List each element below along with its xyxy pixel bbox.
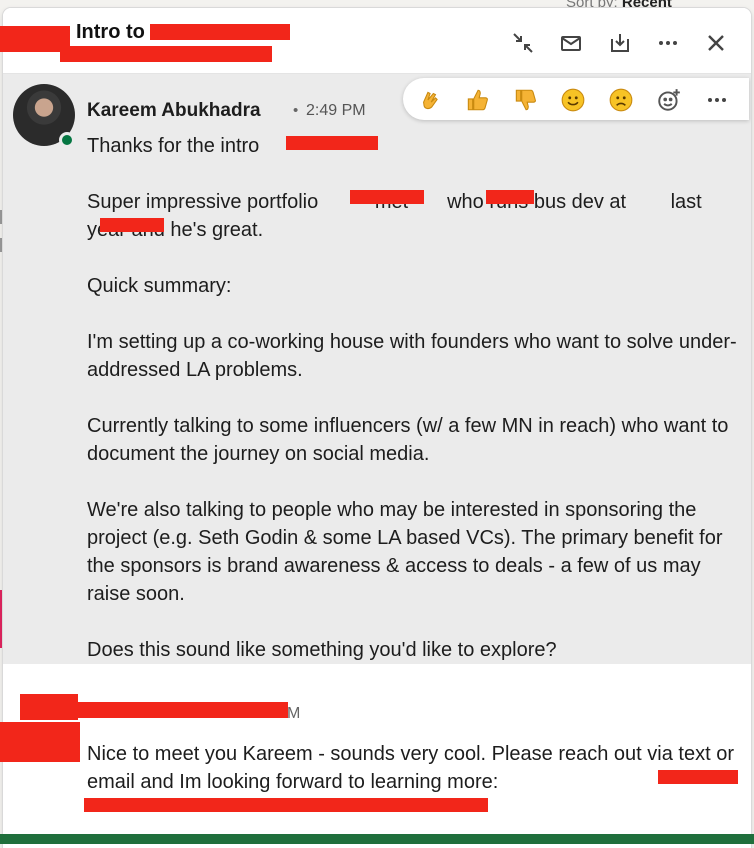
close-button[interactable] [701, 28, 731, 58]
message-body: Thanks for the intro Super impressive po… [87, 132, 737, 692]
message-paragraph: I'm setting up a co-working house with f… [87, 331, 737, 381]
message-timestamp: M [287, 705, 301, 722]
redaction-mark [486, 190, 534, 204]
react-thumbs-down-button[interactable] [511, 86, 539, 114]
close-icon [708, 35, 724, 51]
add-reaction-button[interactable] [655, 86, 683, 114]
react-smile-button[interactable] [559, 86, 587, 114]
message-paragraph: Currently talking to some influencers (w… [87, 415, 729, 465]
react-clap-button[interactable] [415, 86, 443, 114]
redaction-mark [20, 694, 78, 720]
react-sad-button[interactable] [607, 86, 635, 114]
conversation-header: Intro to [3, 8, 751, 74]
minimize-icon [513, 33, 533, 53]
online-status-indicator [59, 132, 75, 148]
more-icon [708, 98, 726, 102]
conversation-title: Intro to [76, 21, 145, 43]
message-paragraph: Does this sound like something you'd lik… [87, 639, 557, 661]
message-window: Intro to Kareem Abukhadra • 2:49 PM Than… [3, 8, 751, 848]
redaction-mark [100, 218, 164, 232]
minimize-button[interactable] [508, 28, 538, 58]
mail-icon [561, 36, 581, 51]
reaction-more-button[interactable] [703, 86, 731, 114]
add-reaction-icon [658, 89, 680, 111]
redaction-mark [76, 702, 288, 718]
message-timestamp: 2:49 PM [306, 102, 366, 119]
more-icon [659, 41, 677, 45]
message-paragraph: Thanks for the intro [87, 135, 260, 157]
message-paragraph: Quick summary: [87, 275, 232, 297]
clap-icon [423, 91, 438, 110]
message-item: M Nice to meet you Kareem - sounds very … [3, 664, 751, 848]
message-paragraph: We're also talking to people who may be … [87, 499, 723, 605]
sad-icon [609, 88, 633, 112]
redaction-mark [0, 722, 80, 762]
bottom-accent-bar [0, 834, 754, 844]
message-item: Kareem Abukhadra • 2:49 PM Thanks for th… [3, 74, 751, 664]
redaction-mark [84, 798, 488, 812]
redaction-mark [350, 190, 424, 204]
smile-icon [561, 88, 585, 112]
message-body: Nice to meet you Kareem - sounds very co… [87, 743, 734, 793]
redaction-mark [150, 24, 290, 40]
redaction-mark [658, 770, 738, 784]
sender-name[interactable]: Kareem Abukhadra [87, 100, 261, 122]
redaction-mark [286, 136, 378, 150]
reaction-bar [403, 78, 749, 120]
archive-icon [611, 34, 629, 52]
react-thumbs-up-button[interactable] [463, 86, 491, 114]
archive-button[interactable] [605, 28, 635, 58]
thumbs-down-icon [515, 89, 536, 111]
time-separator: • [293, 102, 299, 119]
email-button[interactable] [556, 28, 586, 58]
more-options-button[interactable] [653, 28, 683, 58]
thumbs-up-icon [467, 89, 488, 111]
redaction-mark [60, 46, 272, 62]
